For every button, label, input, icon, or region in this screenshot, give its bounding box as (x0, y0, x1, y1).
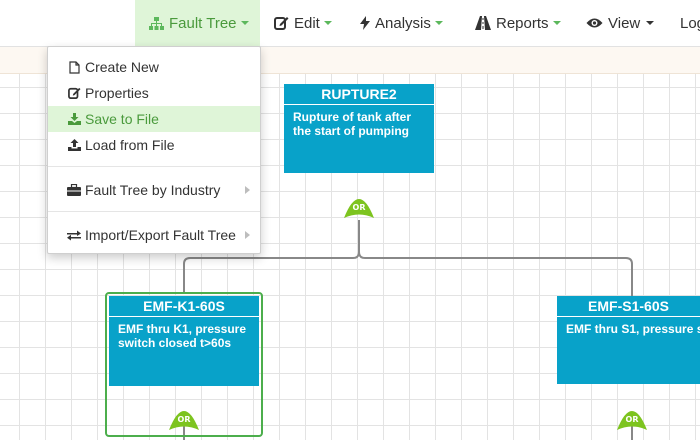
event-box-emf-s1-60s[interactable]: EMF-S1-60S EMF thru S1, pressure switch … (557, 296, 700, 384)
menu-item-label: Fault Tree by Industry (85, 182, 221, 198)
chevron-down-icon (434, 21, 443, 25)
bolt-icon (360, 16, 370, 30)
menu-item-load-from-file[interactable]: Load from File (48, 132, 260, 158)
menu-divider (48, 211, 260, 212)
event-box-rupture2[interactable]: RUPTURE2 Rupture of tank after the start… (284, 84, 434, 173)
chevron-right-icon (245, 186, 250, 194)
menu-item-label: Properties (85, 85, 149, 101)
fault-tree-dropdown-menu: Create New Properties Save to File Load … (47, 46, 261, 254)
or-gate-icon[interactable]: OR (342, 184, 376, 220)
menu-item-create-new[interactable]: Create New (48, 54, 260, 80)
edit-icon (66, 87, 82, 99)
menu-item-label: Create New (85, 59, 159, 75)
nav-analysis[interactable]: Analysis (360, 0, 443, 46)
chevron-down-icon (552, 21, 561, 25)
nav-fault-tree[interactable]: Fault Tree (135, 0, 260, 46)
menu-item-properties[interactable]: Properties (48, 80, 260, 106)
nav-view-label: View (608, 14, 641, 32)
nav-view[interactable]: View (586, 0, 655, 46)
menu-item-label: Import/Export Fault Tree (85, 227, 236, 243)
chevron-down-icon (240, 21, 249, 25)
eye-icon (586, 18, 603, 28)
menu-item-fault-tree-by-industry[interactable]: Fault Tree by Industry (48, 177, 260, 203)
road-icon (475, 16, 491, 30)
transfer-icon (66, 230, 82, 241)
nav-edit-label: Edit (294, 14, 320, 32)
nav-login-label: Log (680, 14, 700, 32)
event-title: EMF-S1-60S (557, 296, 700, 317)
event-description: EMF thru K1, pressure switch closed t>60… (118, 322, 247, 350)
briefcase-icon (66, 184, 82, 196)
file-icon (66, 60, 82, 74)
gate-label: OR (178, 415, 191, 424)
download-icon (66, 113, 82, 125)
upload-icon (66, 139, 82, 151)
or-gate-icon[interactable]: OR (167, 396, 201, 432)
nav-edit[interactable]: Edit (274, 0, 332, 46)
nav-reports-label: Reports (496, 14, 549, 32)
top-navbar: Fault Tree Edit Analysis Reports View Lo… (0, 0, 700, 47)
gate-label: OR (626, 415, 639, 424)
event-title: EMF-K1-60S (109, 296, 259, 317)
gate-label: OR (353, 203, 366, 212)
chevron-down-icon (646, 21, 655, 25)
sitemap-icon (149, 16, 164, 30)
event-description: EMF thru S1, pressure switch closed t>60… (566, 322, 700, 336)
chevron-right-icon (245, 231, 250, 239)
menu-item-import-export[interactable]: Import/Export Fault Tree (48, 222, 260, 248)
menu-item-label: Load from File (85, 137, 175, 153)
event-box-emf-k1-60s[interactable]: EMF-K1-60S EMF thru K1, pressure switch … (109, 296, 259, 386)
nav-fault-tree-label: Fault Tree (169, 14, 237, 32)
event-title: RUPTURE2 (284, 84, 434, 105)
nav-reports[interactable]: Reports (475, 0, 561, 46)
nav-login[interactable]: Log (680, 0, 700, 46)
menu-divider (48, 166, 260, 167)
nav-analysis-label: Analysis (375, 14, 431, 32)
chevron-down-icon (323, 21, 332, 25)
or-gate-icon[interactable]: OR (615, 396, 649, 432)
menu-item-label: Save to File (85, 111, 159, 127)
menu-item-save-to-file[interactable]: Save to File (48, 106, 260, 132)
event-description: Rupture of tank after the start of pumpi… (293, 110, 412, 138)
edit-icon (274, 17, 289, 30)
